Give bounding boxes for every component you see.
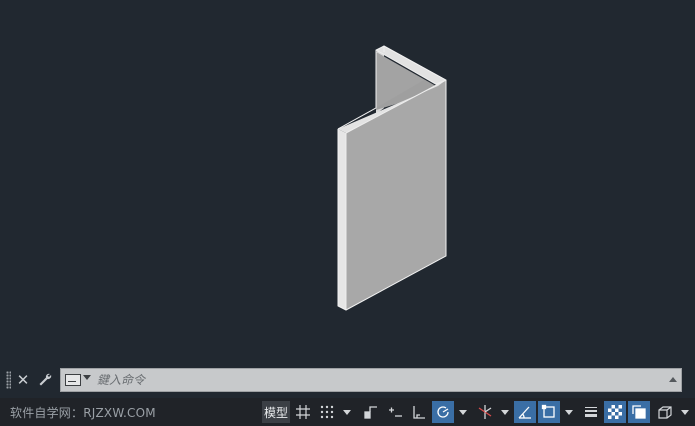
command-input-box[interactable] [60, 368, 682, 392]
command-input[interactable] [97, 370, 657, 390]
object-snap-dropdown[interactable] [562, 401, 576, 423]
snap-dropdown[interactable] [340, 401, 354, 423]
close-icon[interactable]: ✕ [14, 370, 32, 390]
command-prompt-icon[interactable] [65, 374, 81, 386]
polar-tracking-icon[interactable] [432, 401, 454, 423]
isodraft-icon[interactable] [474, 401, 496, 423]
polar-dropdown[interactable] [456, 401, 470, 423]
front-flange-edge [338, 129, 346, 310]
grid-icon[interactable] [292, 401, 314, 423]
wrench-icon[interactable] [36, 370, 54, 390]
command-line: ✕ [0, 366, 695, 394]
infer-constraints-icon[interactable] [360, 401, 382, 423]
model-canvas[interactable] [0, 0, 695, 366]
chevron-down-icon[interactable] [83, 375, 91, 380]
drawing-viewport[interactable] [0, 0, 695, 366]
lineweight-icon[interactable] [580, 401, 602, 423]
object-snap-tracking-icon[interactable] [514, 401, 536, 423]
3d-object-snap-dropdown[interactable] [678, 401, 692, 423]
transparency-icon[interactable] [604, 401, 626, 423]
selection-cycling-icon[interactable] [628, 401, 650, 423]
watermark-text: 软件自学网：RJZXW.COM [10, 406, 156, 420]
model-space-button[interactable]: 模型 [262, 401, 290, 423]
command-line-grip[interactable] [6, 371, 11, 389]
object-snap-icon[interactable] [538, 401, 560, 423]
dynamic-input-icon[interactable] [384, 401, 406, 423]
status-bar: 软件自学网：RJZXW.COM 模型 [0, 398, 695, 426]
chevron-up-icon[interactable] [669, 377, 677, 382]
3d-object-snap-icon[interactable] [654, 401, 676, 423]
snap-icon[interactable] [316, 401, 338, 423]
isodraft-dropdown[interactable] [498, 401, 512, 423]
ortho-icon[interactable] [408, 401, 430, 423]
